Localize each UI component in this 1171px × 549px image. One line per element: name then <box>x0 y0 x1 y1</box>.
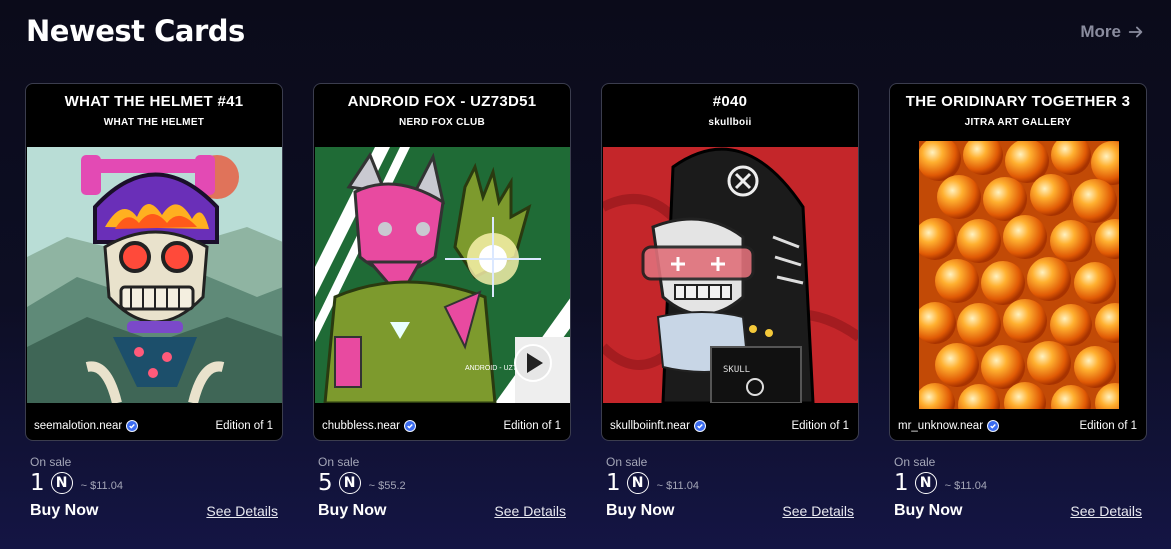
on-sale-label: On sale <box>606 455 648 469</box>
buy-now-button[interactable]: Buy Now <box>606 502 674 520</box>
usd-price: ~ $11.04 <box>656 479 699 492</box>
nft-card[interactable]: THE ORIDINARY TOGETHER 3 JITRA ART GALLE… <box>889 83 1147 519</box>
owner-info[interactable]: seemalotion.near <box>34 420 139 432</box>
price-value: 5 <box>318 470 333 496</box>
card-actions: Buy Now See Details <box>606 502 854 520</box>
card-collection: JITRA ART GALLERY <box>964 117 1072 128</box>
helmet-skull-artwork <box>27 147 282 403</box>
see-details-link[interactable]: See Details <box>206 503 278 519</box>
buy-now-button[interactable]: Buy Now <box>894 502 962 520</box>
svg-text:SKULL: SKULL <box>723 365 750 375</box>
orange-spheres-artwork <box>919 141 1119 409</box>
more-link[interactable]: More <box>1080 22 1145 42</box>
card-collection: WHAT THE HELMET <box>103 117 205 128</box>
card-actions: Buy Now See Details <box>894 502 1142 520</box>
nft-card[interactable]: WHAT THE HELMET #41 WHAT THE HELMET seem… <box>25 83 283 519</box>
near-token-icon: N <box>338 472 361 494</box>
see-details-link[interactable]: See Details <box>782 503 854 519</box>
owner-info[interactable]: mr_unknow.near <box>898 420 1000 432</box>
owner-name: chubbless.near <box>322 420 400 432</box>
card-footer: seemalotion.near Edition of 1 <box>34 420 273 432</box>
verified-badge-icon <box>693 420 706 432</box>
nft-card[interactable]: ANDROID FOX - UZ73D51 NERD FOX CLUB ANDR… <box>313 83 571 519</box>
card-artwork[interactable] <box>27 147 282 403</box>
card-actions: Buy Now See Details <box>30 502 278 520</box>
sale-info: On sale 5 N ~ $55.2 Buy Now See Details <box>318 455 566 520</box>
price-row: 1 N ~ $11.04 <box>606 470 854 496</box>
arrow-right-icon <box>1128 26 1143 38</box>
card-actions: Buy Now See Details <box>318 502 566 520</box>
edition-label: Edition of 1 <box>503 420 561 432</box>
price-row: 1 N ~ $11.04 <box>894 470 1142 496</box>
on-sale-label: On sale <box>894 455 936 469</box>
card-footer: mr_unknow.near Edition of 1 <box>898 420 1137 432</box>
card-frame[interactable]: THE ORIDINARY TOGETHER 3 JITRA ART GALLE… <box>889 83 1147 441</box>
sale-info: On sale 1 N ~ $11.04 Buy Now See Details <box>606 455 854 520</box>
card-title: THE ORIDINARY TOGETHER 3 <box>905 93 1131 110</box>
card-title: #040 <box>712 93 748 110</box>
owner-name: seemalotion.near <box>34 420 123 432</box>
buy-now-button[interactable]: Buy Now <box>30 502 98 520</box>
card-collection: skullboii <box>708 117 752 128</box>
card-title: ANDROID FOX - UZ73D51 <box>347 93 537 110</box>
card-footer: skullboiinft.near Edition of 1 <box>610 420 849 432</box>
price-value: 1 <box>606 470 621 496</box>
see-details-link[interactable]: See Details <box>1070 503 1142 519</box>
section-title: Newest Cards <box>26 14 245 48</box>
price-value: 1 <box>894 470 909 496</box>
card-frame[interactable]: #040 skullboii SKULL skullboiinft.near E… <box>601 83 859 441</box>
card-frame[interactable]: WHAT THE HELMET #41 WHAT THE HELMET seem… <box>25 83 283 441</box>
near-token-icon: N <box>626 472 649 494</box>
play-icon[interactable] <box>514 344 552 382</box>
see-details-link[interactable]: See Details <box>494 503 566 519</box>
owner-info[interactable]: chubbless.near <box>322 420 416 432</box>
edition-label: Edition of 1 <box>1079 420 1137 432</box>
on-sale-label: On sale <box>30 455 72 469</box>
card-collection: NERD FOX CLUB <box>398 117 486 128</box>
card-title: WHAT THE HELMET #41 <box>64 93 244 110</box>
price-row: 1 N ~ $11.04 <box>30 470 278 496</box>
verified-badge-icon <box>404 420 416 432</box>
card-footer: chubbless.near Edition of 1 <box>322 420 561 432</box>
verified-badge-icon <box>126 420 139 432</box>
near-token-icon: N <box>50 472 73 494</box>
card-artwork[interactable]: SKULL <box>603 147 858 403</box>
usd-price: ~ $11.04 <box>80 479 123 492</box>
usd-price: ~ $11.04 <box>944 479 987 492</box>
card-artwork[interactable] <box>919 141 1119 409</box>
sale-info: On sale 1 N ~ $11.04 Buy Now See Details <box>894 455 1142 520</box>
edition-label: Edition of 1 <box>791 420 849 432</box>
verified-badge-icon <box>987 420 1000 432</box>
usd-price: ~ $55.2 <box>368 479 406 492</box>
on-sale-label: On sale <box>318 455 360 469</box>
near-token-icon: N <box>914 472 937 494</box>
buy-now-button[interactable]: Buy Now <box>318 502 386 520</box>
card-frame[interactable]: ANDROID FOX - UZ73D51 NERD FOX CLUB ANDR… <box>313 83 571 441</box>
sale-info: On sale 1 N ~ $11.04 Buy Now See Details <box>30 455 278 520</box>
edition-label: Edition of 1 <box>215 420 273 432</box>
owner-name: mr_unknow.near <box>898 420 984 432</box>
card-artwork[interactable]: ANDROID - UZ73 <box>315 147 570 403</box>
skull-hood-artwork: SKULL <box>603 147 858 403</box>
android-fox-artwork: ANDROID - UZ73 <box>315 147 570 403</box>
nft-card[interactable]: #040 skullboii SKULL skullboiinft.near E… <box>601 83 859 519</box>
artwork-watermark: ANDROID - UZ73 <box>465 365 521 372</box>
owner-info[interactable]: skullboiinft.near <box>610 420 706 432</box>
price-value: 1 <box>30 470 45 496</box>
price-row: 5 N ~ $55.2 <box>318 470 566 496</box>
more-label: More <box>1080 22 1121 41</box>
owner-name: skullboiinft.near <box>610 420 690 432</box>
section-header: Newest Cards More <box>26 14 1145 54</box>
